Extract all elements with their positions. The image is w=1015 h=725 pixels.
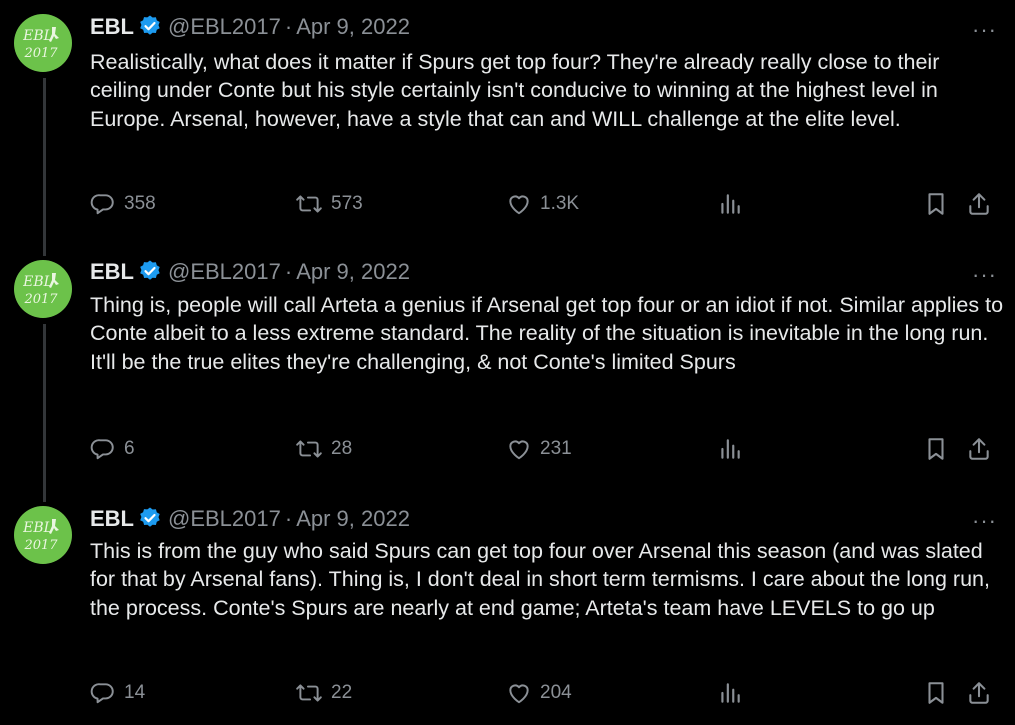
svg-text:EBL: EBL — [22, 274, 53, 290]
avatar[interactable]: EBL 2017 — [14, 260, 72, 318]
bookmark-icon — [928, 682, 944, 704]
like-count: 231 — [540, 438, 572, 459]
retweet-icon — [296, 440, 322, 458]
avatar-logo-icon: EBL 2017 — [22, 27, 59, 61]
tweet-date[interactable]: Apr 9, 2022 — [296, 506, 410, 531]
views-button[interactable] — [717, 436, 743, 462]
heart-icon — [509, 440, 529, 460]
tweet-date[interactable]: Apr 9, 2022 — [296, 14, 410, 39]
retweet-count: 28 — [331, 438, 353, 459]
analytics-icon — [721, 439, 740, 459]
retweet-count: 573 — [331, 193, 363, 214]
verified-badge-icon — [138, 259, 162, 290]
reply-icon — [90, 194, 114, 215]
reply-count: 14 — [124, 682, 146, 703]
analytics-icon — [721, 683, 740, 703]
share-icon — [969, 682, 989, 704]
separator-dot: · — [284, 259, 293, 284]
reply-count: 358 — [124, 193, 156, 214]
retweet-button[interactable]: 573 — [295, 191, 363, 217]
analytics-icon — [721, 194, 740, 214]
heart-icon — [509, 684, 529, 704]
retweet-button[interactable]: 22 — [295, 680, 352, 706]
like-count: 204 — [540, 682, 572, 703]
views-button[interactable] — [717, 680, 743, 706]
tweet[interactable]: EBL 2017 EBL @EBL2017 · Apr 9, 2022 ··· Thi… — [0, 250, 1015, 500]
author-handle[interactable]: @EBL2017 — [168, 259, 281, 284]
tweet-text: This is from the guy who said Spurs can … — [90, 539, 990, 620]
reply-button[interactable]: 358 — [90, 191, 156, 217]
author-name[interactable]: EBL — [90, 259, 134, 284]
bookmark-icon — [928, 193, 944, 215]
tweet-header: EBL @EBL2017 · Apr 9, 2022 — [90, 13, 410, 45]
tweet-text: Thing is, people will call Arteta a geni… — [90, 293, 1004, 374]
separator-dot: · — [284, 14, 293, 39]
svg-text:EBL: EBL — [22, 520, 53, 536]
svg-text:2017: 2017 — [23, 292, 58, 307]
like-button[interactable]: 204 — [506, 680, 572, 706]
reply-icon — [90, 439, 114, 460]
retweet-button[interactable]: 28 — [295, 436, 352, 462]
tweet-text: Realistically, what does it matter if Sp… — [90, 50, 940, 131]
bookmark-button[interactable] — [923, 680, 949, 706]
avatar-logo-icon: EBL 2017 — [22, 273, 59, 307]
reply-button[interactable]: 6 — [90, 436, 135, 462]
bookmark-icon — [928, 438, 944, 460]
retweet-icon — [296, 195, 322, 213]
tweet[interactable]: EBL 2017 EBL @EBL2017 · Apr 9, 2022 ··· Rea… — [0, 0, 1015, 250]
share-button[interactable] — [966, 191, 992, 217]
share-icon — [969, 193, 989, 215]
tweet[interactable]: EBL 2017 EBL @EBL2017 · Apr 9, 2022 ··· Thi… — [0, 496, 1015, 725]
separator-dot: · — [284, 506, 293, 531]
more-icon[interactable]: ··· — [972, 264, 997, 286]
bookmark-button[interactable] — [923, 191, 949, 217]
author-name[interactable]: EBL — [90, 506, 134, 531]
avatar[interactable]: EBL 2017 — [14, 14, 72, 72]
svg-text:2017: 2017 — [23, 46, 58, 61]
avatar-logo-icon: EBL 2017 — [22, 519, 59, 553]
reply-icon — [90, 683, 114, 704]
tweet-actions: 14 22 204 — [90, 680, 1005, 712]
retweet-icon — [296, 684, 322, 702]
more-icon[interactable]: ··· — [972, 19, 997, 41]
author-handle[interactable]: @EBL2017 — [168, 14, 281, 39]
like-count: 1.3K — [540, 193, 580, 214]
bookmark-button[interactable] — [923, 436, 949, 462]
heart-icon — [509, 195, 529, 215]
like-button[interactable]: 1.3K — [506, 191, 579, 217]
tweet-header: EBL @EBL2017 · Apr 9, 2022 — [90, 505, 410, 537]
more-icon[interactable]: ··· — [972, 510, 997, 532]
verified-badge-icon — [138, 14, 162, 45]
reply-button[interactable]: 14 — [90, 680, 145, 706]
verified-badge-icon — [138, 506, 162, 537]
tweet-actions: 6 28 231 — [90, 436, 1005, 468]
svg-text:EBL: EBL — [22, 28, 53, 44]
retweet-count: 22 — [331, 682, 353, 703]
tweet-actions: 358 573 1.3K — [90, 191, 1005, 223]
share-button[interactable] — [966, 436, 992, 462]
avatar[interactable]: EBL 2017 — [14, 506, 72, 564]
share-button[interactable] — [966, 680, 992, 706]
like-button[interactable]: 231 — [506, 436, 572, 462]
views-button[interactable] — [717, 191, 743, 217]
author-name[interactable]: EBL — [90, 14, 134, 39]
tweet-header: EBL @EBL2017 · Apr 9, 2022 — [90, 258, 410, 290]
share-icon — [969, 438, 989, 460]
reply-count: 6 — [124, 438, 135, 459]
svg-text:2017: 2017 — [23, 538, 58, 553]
author-handle[interactable]: @EBL2017 — [168, 506, 281, 531]
tweet-date[interactable]: Apr 9, 2022 — [296, 259, 410, 284]
